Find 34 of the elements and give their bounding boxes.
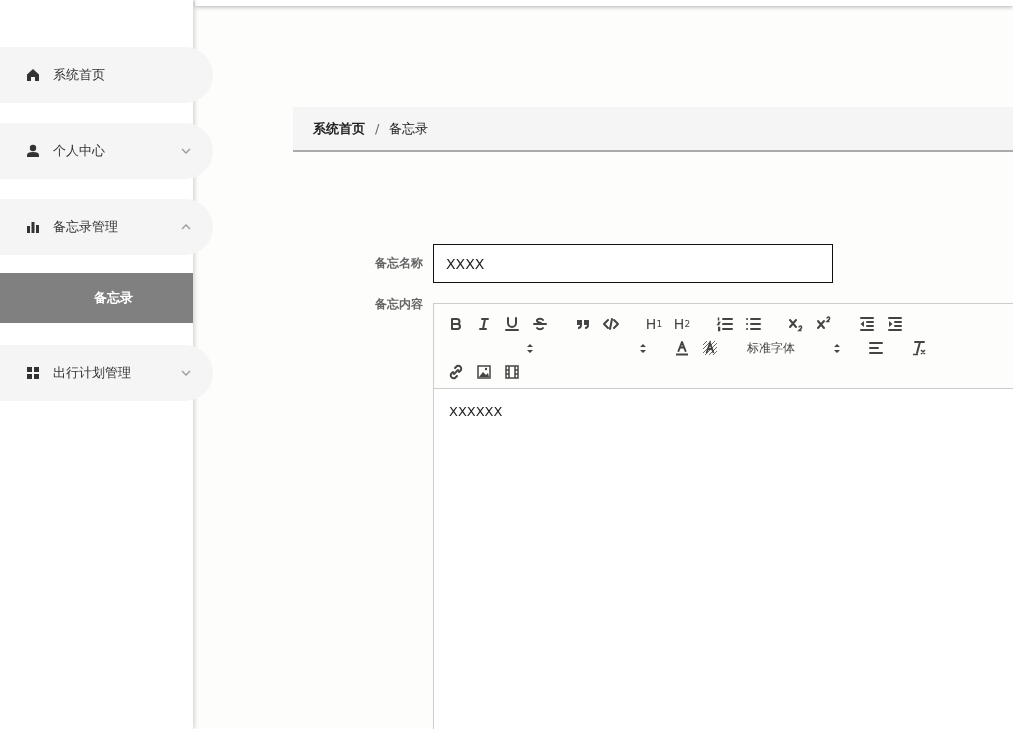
- grid-icon: [26, 366, 40, 380]
- field-label: 备忘名称: [374, 255, 424, 272]
- field-label: 备忘内容: [374, 296, 424, 313]
- image-icon: [475, 363, 493, 381]
- breadcrumb-item: 备忘录: [389, 119, 429, 138]
- highlight-icon: [701, 339, 719, 357]
- home-icon: [26, 68, 40, 82]
- breadcrumb-separator: /: [375, 121, 380, 136]
- menu-item[interactable]: 系统首页: [0, 47, 213, 103]
- input-field[interactable]: XXXX: [433, 244, 833, 283]
- align-icon: [867, 339, 885, 357]
- menu-item[interactable]: 个人中心: [0, 123, 213, 179]
- film-icon: [503, 363, 521, 381]
- sort-arrows-icon: [639, 342, 647, 354]
- link-icon: [447, 363, 465, 381]
- sort-arrows-icon: [833, 342, 841, 354]
- person-icon: [26, 144, 40, 158]
- indent-icon: [886, 315, 904, 333]
- submenu-item[interactable]: 备忘录: [0, 273, 193, 323]
- text-color-icon: [673, 339, 691, 357]
- clear-format-icon: [910, 339, 928, 357]
- underline-icon: [503, 315, 521, 333]
- bullet-list-icon: [744, 315, 762, 333]
- bar-chart-icon: [26, 220, 40, 234]
- numbered-list-icon: [716, 315, 734, 333]
- breadcrumb-item[interactable]: 系统首页: [313, 119, 365, 138]
- strikethrough-icon: [531, 315, 549, 333]
- code-icon: [602, 315, 620, 333]
- outdent-icon: [858, 315, 876, 333]
- font-picker[interactable]: 标准字体: [739, 336, 847, 360]
- sort-arrows-icon: [526, 342, 534, 354]
- menu-item[interactable]: 备忘录管理: [0, 199, 213, 255]
- menu-item[interactable]: 出行计划管理: [0, 345, 213, 401]
- editor-text: XXXXXX: [449, 404, 503, 419]
